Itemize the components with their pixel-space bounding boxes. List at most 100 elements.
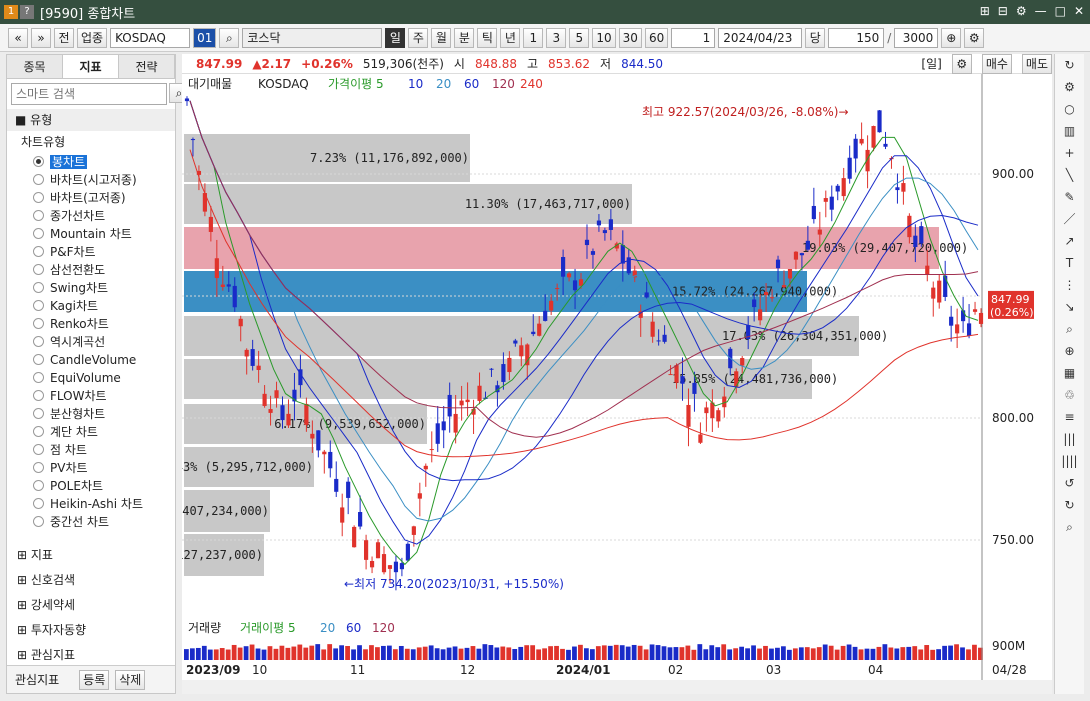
date-field[interactable]: 2024/04/23 — [718, 27, 803, 48]
upjong-button[interactable]: 업종 — [77, 27, 108, 48]
gear-icon[interactable]: ⚙ — [951, 53, 972, 74]
period-month[interactable]: 월 — [431, 27, 452, 48]
search-icon[interactable]: ⌕ — [1055, 516, 1084, 538]
volume-chart[interactable]: 거래량 거래이평 5 20 60 120 900M 2023/09 10 11 12 2024/01… — [182, 620, 1052, 682]
tab-stock[interactable]: 종목 — [7, 55, 63, 78]
pen-icon[interactable]: ✎ — [1055, 186, 1084, 208]
chart-type-item[interactable]: Renko차트 — [7, 315, 175, 333]
chart-type-item[interactable]: 중간선 차트 — [7, 513, 175, 531]
radio-icon[interactable] — [33, 498, 44, 509]
chart-type-item[interactable]: EquiVolume — [7, 369, 175, 387]
delete-button[interactable]: 삭제 — [115, 669, 146, 690]
radio-icon[interactable] — [33, 174, 44, 185]
radio-icon[interactable] — [33, 156, 44, 167]
zoom-icon[interactable]: ⊕ — [941, 27, 962, 48]
bars-icon[interactable]: |||| — [1055, 450, 1084, 472]
help-icon[interactable]: ? — [20, 5, 34, 19]
chart-type-item[interactable]: Swing차트 — [7, 279, 175, 297]
trend-icon[interactable]: ↘ — [1055, 296, 1084, 318]
radio-icon[interactable] — [33, 372, 44, 383]
redo-icon[interactable]: ↻ — [1055, 494, 1084, 516]
code-select[interactable]: KOSDAQ — [110, 27, 191, 48]
chart-type-item[interactable]: POLE차트 — [7, 477, 175, 495]
chart-type-item[interactable]: 계단 차트 — [7, 423, 175, 441]
price-chart[interactable]: 7.23% (11,176,892,000) 11.30% (17,463,717… — [111, 74, 1052, 622]
bars-icon[interactable]: ||| — [1055, 428, 1084, 450]
chart-type-item[interactable]: Kagi차트 — [7, 297, 175, 315]
radio-icon[interactable] — [33, 300, 44, 311]
line-icon[interactable]: ╲ — [1055, 164, 1084, 186]
tree-group[interactable]: ⊞ 투자자동향 — [7, 618, 175, 643]
qty-field[interactable]: 150 — [828, 27, 885, 48]
radio-icon[interactable] — [33, 246, 44, 257]
chart-type-item[interactable]: 분산형차트 — [7, 405, 175, 423]
radio-icon[interactable] — [33, 228, 44, 239]
num-30[interactable]: 30 — [618, 27, 642, 48]
chart-type-item[interactable]: 봉차트 — [7, 153, 175, 171]
num-10[interactable]: 10 — [592, 27, 616, 48]
radio-icon[interactable] — [33, 354, 44, 365]
num-5[interactable]: 5 — [569, 27, 590, 48]
buy-button[interactable]: 매수 — [981, 53, 1012, 74]
channel-icon[interactable]: ≡ — [1055, 406, 1084, 428]
refresh-icon[interactable]: ↻ — [1055, 54, 1084, 76]
radio-icon[interactable] — [33, 426, 44, 437]
diagonal-icon[interactable]: ／ — [1055, 208, 1084, 230]
save-icon[interactable]: ⊟ — [998, 4, 1008, 18]
chart-icon[interactable]: ▥ — [1055, 120, 1084, 142]
grid-icon[interactable]: ▦ — [1055, 362, 1084, 384]
chart-type-item[interactable]: 종가선차트 — [7, 207, 175, 225]
tab-indicator[interactable]: 지표 — [63, 55, 119, 78]
scroll-bar[interactable] — [182, 680, 1052, 694]
total-field[interactable]: 3000 — [894, 27, 939, 48]
chart-type-item[interactable]: 점 차트 — [7, 441, 175, 459]
zoom-in-icon[interactable]: ⊕ — [1055, 340, 1084, 362]
radio-icon[interactable] — [33, 336, 44, 347]
gear-icon[interactable]: ⚙ — [1055, 76, 1084, 98]
expand-icon[interactable]: ⊞ — [17, 573, 31, 587]
menu-button[interactable]: » — [31, 27, 51, 48]
num-60[interactable]: 60 — [644, 27, 669, 48]
tab-strategy[interactable]: 전략 — [119, 55, 175, 78]
settings-icon[interactable]: ⚙ — [1016, 4, 1027, 18]
chart-type-item[interactable]: 역시계곡선 — [7, 333, 175, 351]
chart-type-item[interactable]: Mountain 차트 — [7, 225, 175, 243]
radio-icon[interactable] — [33, 282, 44, 293]
radio-icon[interactable] — [33, 264, 44, 275]
cycle-icon[interactable]: ♲ — [1055, 384, 1084, 406]
period-tick[interactable]: 틱 — [477, 27, 498, 48]
dang-button[interactable]: 당 — [805, 27, 826, 48]
expand-icon[interactable]: ⊞ — [17, 623, 31, 637]
period-day[interactable]: 일 — [385, 27, 406, 48]
radio-icon[interactable] — [33, 462, 44, 473]
circle-icon[interactable]: ○ — [1055, 98, 1084, 120]
radio-icon[interactable] — [33, 318, 44, 329]
expand-icon[interactable]: ⊞ — [17, 648, 31, 662]
chart-type-item[interactable]: 삼선전환도 — [7, 261, 175, 279]
chart-type-item[interactable]: Heikin-Ashi 차트 — [7, 495, 175, 513]
expand-icon[interactable]: ⊞ — [17, 598, 31, 612]
tree-group[interactable]: ⊞ 지표 — [7, 543, 175, 568]
gear-icon[interactable]: ⚙ — [964, 27, 985, 48]
count-field[interactable]: 1 — [671, 27, 716, 48]
close-button[interactable]: ✕ — [1074, 4, 1084, 18]
expand-icon[interactable]: ⊞ — [17, 548, 31, 562]
undo-icon[interactable]: ↺ — [1055, 472, 1084, 494]
chart-type-item[interactable]: FLOW차트 — [7, 387, 175, 405]
radio-icon[interactable] — [33, 444, 44, 455]
period-year[interactable]: 년 — [500, 27, 521, 48]
magnifier-icon[interactable]: ⌕ — [1055, 318, 1084, 340]
chart-type-item[interactable]: 바차트(시고저종) — [7, 171, 175, 189]
chart-type-item[interactable]: 바차트(고저종) — [7, 189, 175, 207]
sell-button[interactable]: 매도 — [1021, 53, 1052, 74]
radio-icon[interactable] — [33, 390, 44, 401]
prev-button[interactable]: « — [8, 27, 28, 48]
crosshair-icon[interactable]: + — [1055, 142, 1084, 164]
chart-type-item[interactable]: P&F차트 — [7, 243, 175, 261]
volume-chart-svg[interactable]: 거래량 거래이평 5 20 60 120 900M 2023/09 10 11 12 2024/01… — [182, 620, 1052, 682]
minimize-button[interactable]: — — [1035, 4, 1047, 18]
text-icon[interactable]: T — [1055, 252, 1084, 274]
radio-icon[interactable] — [33, 210, 44, 221]
register-button[interactable]: 등록 — [79, 669, 110, 690]
tree-group[interactable]: ⊞ 강세약세 — [7, 593, 175, 618]
